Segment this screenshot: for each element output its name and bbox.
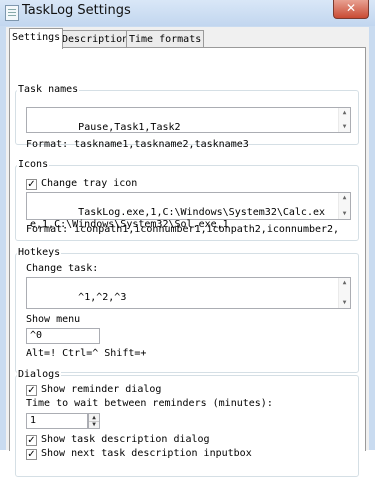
scroll-up-icon[interactable]: ▲	[339, 108, 350, 118]
close-button[interactable]: ✕	[333, 0, 369, 19]
task-names-scrollbar[interactable]: ▲ ▼	[338, 108, 350, 132]
show-reminder-label: Show reminder dialog	[41, 384, 162, 395]
task-names-field[interactable]: Pause,Task1,Task2 ▲ ▼	[26, 107, 351, 133]
settings-tab-panel: Task names Pause,Task1,Task2 ▲ ▼ Format:…	[9, 47, 366, 477]
icons-field[interactable]: TaskLog.exe,1,C:\Windows\System32\Calc.e…	[26, 192, 351, 230]
task-names-heading: Task names	[17, 84, 80, 95]
tab-time-formats[interactable]: Time formats	[126, 30, 205, 48]
show-reminder-checkbox[interactable]: ✓	[26, 385, 37, 396]
wait-time-label: Time to wait between reminders (minutes)…	[26, 398, 273, 409]
settings-window: TaskLog Settings ✕ Settings Descriptions…	[0, 0, 375, 477]
icons-heading: Icons	[17, 159, 50, 170]
task-names-format: Format: taskname1,taskname2,taskname3	[26, 139, 249, 150]
scroll-up-icon[interactable]: ▲	[339, 278, 350, 288]
icons-format: Format: iconpath1,iconnumber1,iconpath2,…	[26, 224, 340, 235]
show-next-description-checkbox[interactable]: ✓	[26, 449, 37, 460]
title-bar[interactable]: TaskLog Settings ✕	[0, 0, 375, 26]
change-task-value: ^1,^2,^3	[78, 292, 127, 303]
scroll-down-icon[interactable]: ▼	[339, 209, 350, 219]
scroll-down-icon[interactable]: ▼	[339, 298, 350, 308]
task-names-value: Pause,Task1,Task2	[78, 122, 181, 133]
tab-settings[interactable]: Settings	[9, 28, 64, 49]
change-tray-icon-label: Change tray icon	[41, 178, 138, 189]
wait-time-spinner[interactable]: ▲ ▼	[88, 413, 100, 429]
wait-time-field[interactable]: 1	[26, 413, 88, 429]
scroll-up-icon[interactable]: ▲	[339, 193, 350, 203]
dialogs-heading: Dialogs	[17, 369, 62, 380]
scroll-down-icon[interactable]: ▼	[339, 122, 350, 132]
change-tray-icon-checkbox[interactable]: ✓	[26, 179, 37, 190]
notepad-icon	[5, 5, 19, 21]
dialog-client-area: Settings Descriptions Time formats Task …	[6, 27, 369, 477]
show-menu-label: Show menu	[26, 314, 81, 325]
hotkeys-legend: Alt=! Ctrl=^ Shift=+	[26, 348, 147, 359]
show-task-description-checkbox[interactable]: ✓	[26, 435, 37, 446]
hotkeys-heading: Hotkeys	[17, 247, 62, 258]
icons-scrollbar[interactable]: ▲ ▼	[338, 193, 350, 219]
window-title: TaskLog Settings	[22, 3, 131, 18]
show-menu-field[interactable]: ^0	[26, 328, 100, 344]
change-task-field[interactable]: ^1,^2,^3 ▲ ▼	[26, 277, 351, 309]
spin-down-icon[interactable]: ▼	[89, 421, 99, 428]
change-task-scrollbar[interactable]: ▲ ▼	[338, 278, 350, 308]
change-task-label: Change task:	[26, 263, 99, 274]
show-task-description-label: Show task description dialog	[41, 434, 210, 445]
